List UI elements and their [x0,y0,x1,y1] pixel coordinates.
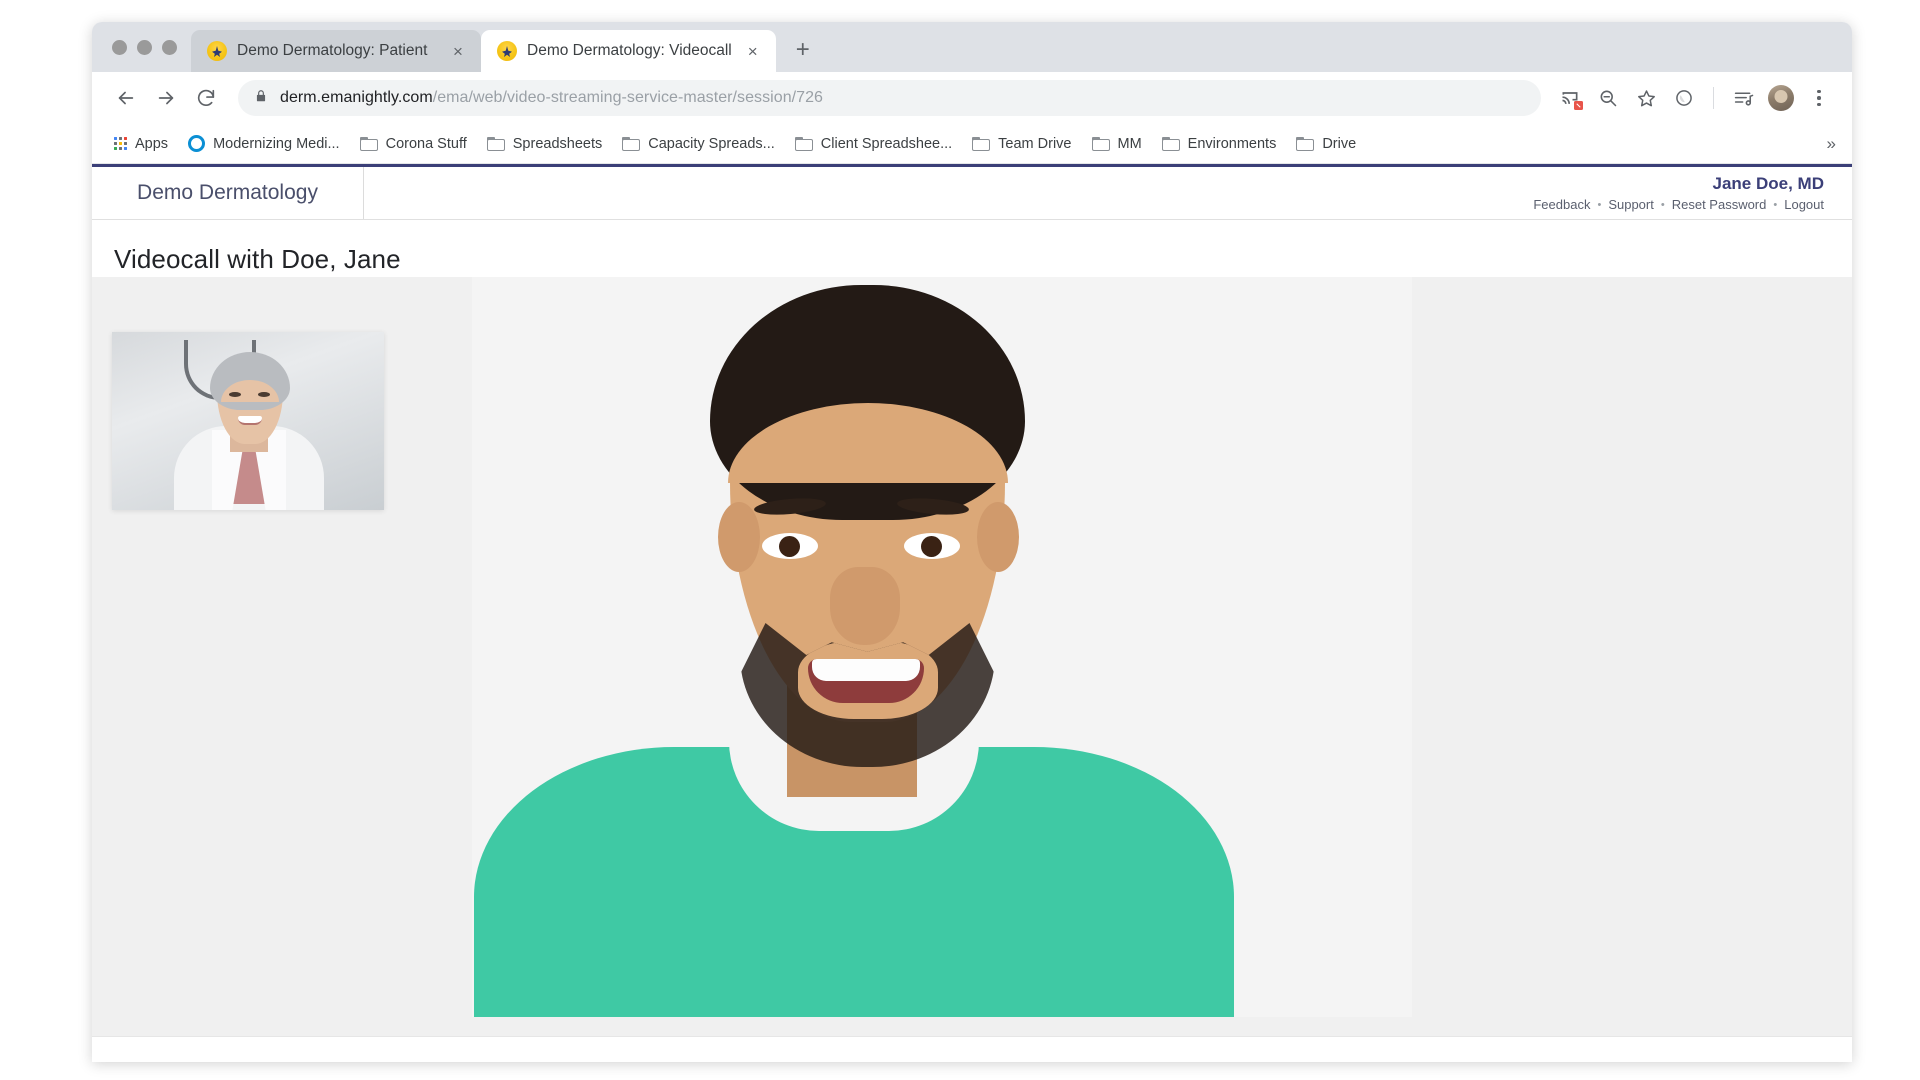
browser-window: Demo Dermatology: Patient × Demo Dermato… [92,22,1852,1062]
bookmark-label: Apps [135,136,168,152]
tab-strip: Demo Dermatology: Patient × Demo Dermato… [92,22,1852,72]
folder-icon [1162,137,1180,151]
reset-password-link[interactable]: Reset Password [1672,197,1767,212]
browser-toolbar: derm.emanightly.com/ema/web/video-stream… [92,72,1852,124]
toolbar-divider [1713,87,1714,109]
back-icon[interactable] [108,80,144,116]
local-video-feed[interactable] [112,332,384,510]
bookmark-team-drive[interactable]: Team Drive [964,131,1079,157]
avatar [1768,85,1794,111]
mm-logo-icon [188,135,205,152]
close-window-button[interactable] [112,40,127,55]
folder-icon [1296,137,1314,151]
header-spacer [364,167,1533,219]
extension-circle-icon[interactable] [1667,81,1701,115]
app-header: Demo Dermatology Jane Doe, MD Feedback •… [92,164,1852,220]
link-separator: • [1773,199,1777,211]
profile-avatar-icon[interactable] [1764,81,1798,115]
folder-icon [622,137,640,151]
app-logo-icon [207,41,227,61]
reload-icon[interactable] [188,80,224,116]
support-link[interactable]: Support [1608,197,1654,212]
bookmark-label: Environments [1188,136,1277,152]
user-links: Feedback • Support • Reset Password • Lo… [1533,197,1824,212]
bookmark-spreadsheets[interactable]: Spreadsheets [479,131,610,157]
app-logo-icon [497,41,517,61]
bookmarks-bar: Apps Modernizing Medi... Corona Stuff Sp… [92,124,1852,164]
tab-title: Demo Dermatology: Patient [237,42,437,60]
browser-tab-patient[interactable]: Demo Dermatology: Patient × [191,30,481,72]
bookmark-label: Client Spreadshee... [821,136,952,152]
remote-participant-image [472,277,1412,1017]
maximize-window-button[interactable] [162,40,177,55]
cast-blocked-icon[interactable] [1553,81,1587,115]
url-text: derm.emanightly.com/ema/web/video-stream… [280,89,823,107]
bookmark-label: Modernizing Medi... [213,136,340,152]
bookmark-mm[interactable]: MM [1084,131,1150,157]
bookmark-drive[interactable]: Drive [1288,131,1364,157]
bookmark-capacity-spreadsheets[interactable]: Capacity Spreads... [614,131,783,157]
user-block: Jane Doe, MD Feedback • Support • Reset … [1533,167,1852,219]
bookmark-label: Drive [1322,136,1356,152]
apps-grid-icon [114,137,127,150]
user-name: Jane Doe, MD [1713,174,1824,194]
app-brand[interactable]: Demo Dermatology [92,167,364,219]
page-content: Demo Dermatology Jane Doe, MD Feedback •… [92,164,1852,1062]
chrome-menu-icon[interactable] [1802,81,1836,115]
page-title: Videocall with Doe, Jane [92,220,1852,275]
bookmark-apps[interactable]: Apps [106,131,176,157]
url-host: derm.emanightly.com [280,89,433,106]
tab-title: Demo Dermatology: Videocall [527,42,732,60]
folder-icon [487,137,505,151]
toolbar-icons [1553,81,1836,115]
link-separator: • [1597,199,1601,211]
minimize-window-button[interactable] [137,40,152,55]
bookmark-corona-stuff[interactable]: Corona Stuff [352,131,475,157]
page-footer-strip [92,1036,1852,1062]
bookmark-label: Corona Stuff [386,136,467,152]
video-call-stage [92,277,1852,1036]
reading-list-icon[interactable] [1726,81,1760,115]
folder-icon [972,137,990,151]
folder-icon [360,137,378,151]
zoom-out-icon[interactable] [1591,81,1625,115]
bookmark-label: MM [1118,136,1142,152]
bookmark-client-spreadsheets[interactable]: Client Spreadshee... [787,131,960,157]
link-separator: • [1661,199,1665,211]
bookmark-label: Team Drive [998,136,1071,152]
close-tab-button[interactable]: × [447,40,469,62]
folder-icon [1092,137,1110,151]
feedback-link[interactable]: Feedback [1533,197,1590,212]
bookmark-label: Spreadsheets [513,136,602,152]
bookmarks-overflow-button[interactable]: » [1827,134,1836,154]
url-path: /ema/web/video-streaming-service-master/… [433,89,823,106]
lock-icon [254,89,268,108]
address-bar[interactable]: derm.emanightly.com/ema/web/video-stream… [238,80,1541,116]
new-tab-button[interactable]: + [786,33,820,67]
bookmark-modernizing-medicine[interactable]: Modernizing Medi... [180,130,348,157]
cast-blocked-badge [1574,101,1583,110]
forward-icon[interactable] [148,80,184,116]
bookmark-star-icon[interactable] [1629,81,1663,115]
close-tab-button[interactable]: × [742,40,764,62]
bookmark-environments[interactable]: Environments [1154,131,1285,157]
browser-tab-videocall[interactable]: Demo Dermatology: Videocall × [481,30,776,72]
folder-icon [795,137,813,151]
window-controls [106,22,191,72]
logout-link[interactable]: Logout [1784,197,1824,212]
local-participant-image [112,332,384,510]
remote-video-feed[interactable] [472,277,1412,1017]
bookmark-label: Capacity Spreads... [648,136,775,152]
